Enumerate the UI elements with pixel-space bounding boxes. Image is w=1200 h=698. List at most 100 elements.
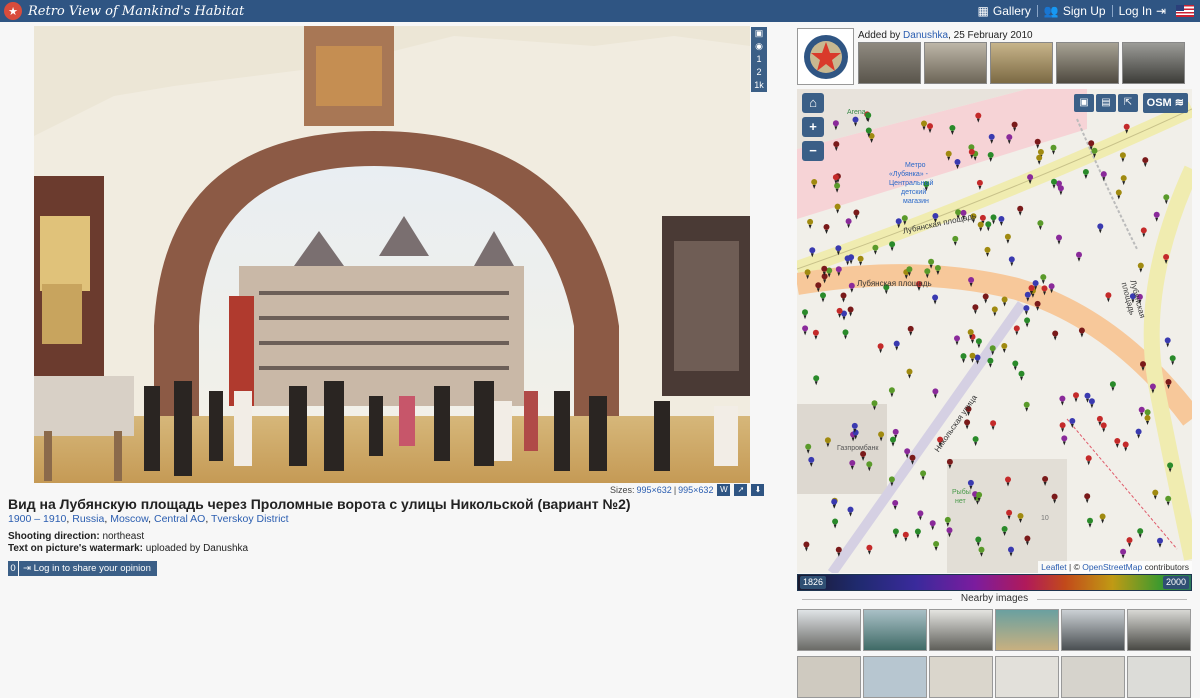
photo-marker[interactable] (932, 388, 939, 395)
nearby-thumbnail[interactable] (863, 656, 927, 698)
photo-marker[interactable] (946, 527, 953, 534)
photo-marker[interactable] (811, 179, 818, 185)
photo-marker[interactable] (906, 266, 913, 273)
photo-marker[interactable] (808, 456, 815, 463)
photo-marker[interactable] (1004, 233, 1011, 240)
photo-marker[interactable] (805, 443, 812, 450)
photo-marker[interactable] (872, 244, 879, 251)
photo-marker[interactable] (975, 338, 982, 345)
photo-marker[interactable] (1048, 283, 1055, 290)
thumbnail[interactable] (990, 42, 1053, 84)
photo-marker[interactable] (835, 245, 842, 252)
photo-marker[interactable] (1036, 154, 1043, 161)
expand-icon[interactable]: ⇱ (1118, 94, 1138, 112)
leaflet-link[interactable]: Leaflet (1041, 562, 1067, 572)
photo-marker[interactable] (824, 437, 831, 444)
photo-marker[interactable] (1091, 147, 1098, 154)
photo-marker[interactable] (1137, 528, 1144, 535)
photo-marker[interactable] (866, 461, 873, 468)
photo-marker[interactable] (1017, 205, 1024, 212)
breadcrumb-city[interactable]: Moscow (110, 513, 148, 525)
photo-marker[interactable] (1120, 548, 1127, 555)
nearby-thumbnail[interactable] (797, 656, 861, 698)
photo-marker[interactable] (1137, 262, 1144, 269)
size-link-original[interactable]: 995×632 (678, 485, 713, 495)
language-flag-icon[interactable] (1176, 5, 1194, 17)
photo-marker[interactable] (1165, 495, 1172, 502)
photo-marker[interactable] (1005, 476, 1011, 483)
photo-marker[interactable] (1082, 169, 1089, 175)
photo-marker[interactable] (1087, 517, 1093, 524)
nearby-thumbnail[interactable] (929, 609, 993, 651)
photo-marker[interactable] (1165, 379, 1172, 385)
photo-marker[interactable] (1114, 438, 1121, 444)
photo-marker[interactable] (802, 325, 809, 332)
photo-marker[interactable] (927, 123, 933, 130)
photo-marker[interactable] (1149, 383, 1156, 390)
photo-marker[interactable] (977, 221, 984, 228)
photo-marker[interactable] (952, 235, 959, 242)
photo-marker[interactable] (979, 214, 986, 221)
photo-marker[interactable] (1100, 171, 1107, 178)
photo-marker[interactable] (1037, 220, 1044, 227)
photo-marker[interactable] (852, 116, 859, 123)
photo-marker[interactable] (1061, 435, 1068, 442)
photo-marker[interactable] (1018, 370, 1025, 377)
size-link-standard[interactable]: 995×632 (637, 485, 672, 495)
uploader-link[interactable]: Danushka (903, 30, 948, 41)
photo-marker[interactable] (960, 353, 967, 360)
photo-marker[interactable] (967, 479, 974, 486)
photo-marker[interactable] (928, 258, 935, 265)
photo-marker[interactable] (892, 500, 899, 506)
photo-marker[interactable] (802, 309, 808, 316)
photo-marker[interactable] (1142, 157, 1149, 164)
photo-marker[interactable] (1023, 401, 1030, 408)
zoom-out-button[interactable]: − (802, 141, 824, 161)
photo-marker[interactable] (972, 436, 979, 443)
nearby-thumbnail[interactable] (863, 609, 927, 651)
photo-marker[interactable] (890, 436, 896, 443)
photo-marker[interactable] (1097, 223, 1104, 230)
photo-marker[interactable] (968, 148, 975, 155)
photo-marker[interactable] (1028, 285, 1035, 291)
photo-marker[interactable] (1123, 123, 1130, 130)
photo-marker[interactable] (1157, 537, 1163, 544)
photo-marker[interactable] (892, 528, 899, 535)
photo-marker[interactable] (990, 214, 997, 221)
photo-marker[interactable] (1059, 395, 1066, 402)
photo-marker[interactable] (809, 247, 816, 254)
photo-marker[interactable] (1023, 305, 1030, 312)
photo-marker[interactable] (1001, 343, 1008, 349)
photo-marker[interactable] (1169, 355, 1176, 362)
photo-marker[interactable] (832, 174, 839, 181)
photo-marker[interactable] (978, 546, 985, 553)
photo-marker[interactable] (1024, 317, 1031, 324)
photo-marker[interactable] (1012, 360, 1019, 367)
photo-marker[interactable] (1084, 493, 1091, 500)
photo-marker[interactable] (1032, 280, 1039, 287)
photo-marker[interactable] (929, 520, 936, 527)
map[interactable]: Arena Метро «Лубянка» - Центральный детс… (797, 89, 1192, 573)
photo-marker[interactable] (985, 221, 992, 228)
photo-marker[interactable] (976, 491, 983, 498)
photo-marker[interactable] (1017, 513, 1024, 519)
thumbnail[interactable] (1056, 42, 1119, 84)
photo-marker[interactable] (893, 340, 900, 347)
photo-marker[interactable] (1037, 149, 1044, 155)
share-icon[interactable]: ➚ (734, 484, 748, 496)
photo-marker[interactable] (1006, 134, 1013, 141)
photo-marker[interactable] (1024, 291, 1031, 298)
photo-marker[interactable] (835, 546, 842, 553)
photo-marker[interactable] (909, 454, 916, 461)
nearby-thumbnail[interactable] (995, 656, 1059, 698)
log-in-to-comment-button[interactable]: ⇥ Log in to share your opinion (19, 561, 157, 576)
photo-marker[interactable] (934, 265, 941, 271)
photo-marker[interactable] (842, 329, 849, 336)
photo-marker[interactable] (1096, 415, 1103, 422)
photo-marker[interactable] (904, 448, 911, 455)
sign-up-link[interactable]: 👥 Sign Up (1038, 0, 1112, 22)
photo-marker[interactable] (835, 266, 842, 273)
photo-marker[interactable] (847, 506, 854, 513)
photo-marker[interactable] (988, 133, 995, 140)
photo-marker[interactable] (1088, 140, 1095, 147)
